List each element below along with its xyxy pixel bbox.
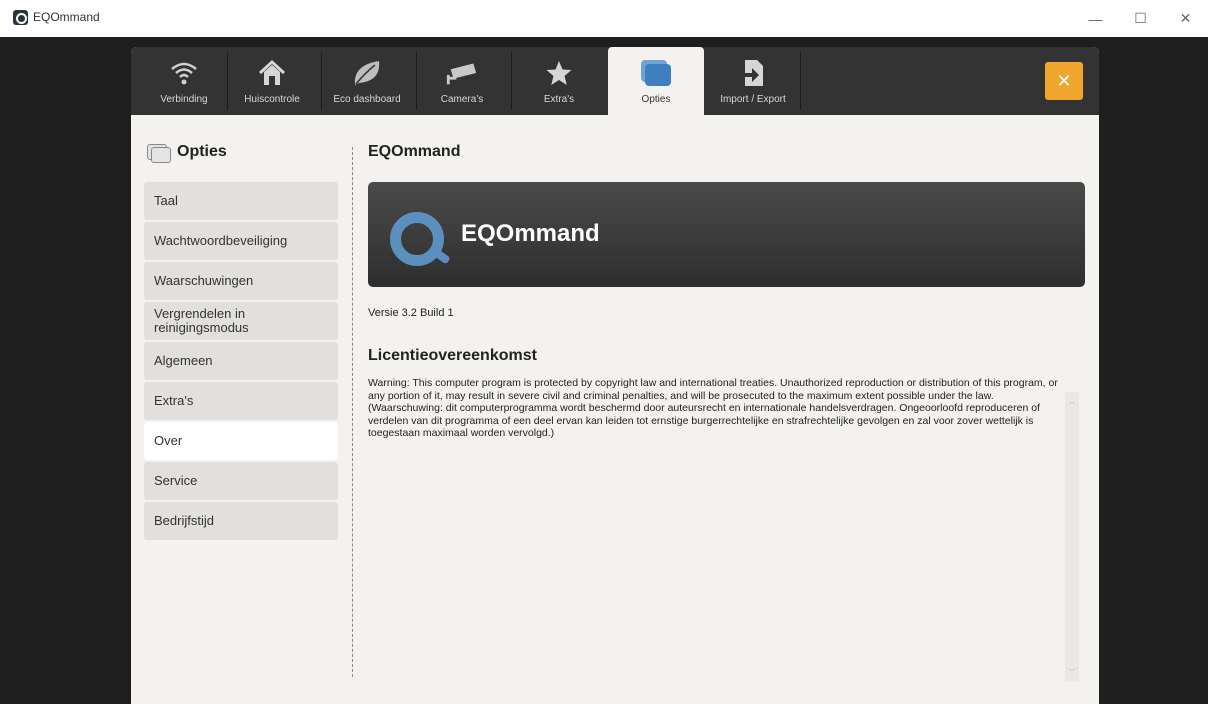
tab-label: Extra's	[543, 94, 575, 105]
sidebar-title-label: Opties	[177, 143, 227, 160]
sidebar-item-over[interactable]: Over	[144, 422, 338, 460]
tab-divider	[800, 52, 801, 110]
window-close-button[interactable]: ✕	[1163, 0, 1208, 37]
license-text: Warning: This computer program is protec…	[368, 377, 1058, 439]
section-divider	[352, 147, 353, 677]
options-sidebar: Opties Taal Wachtwoordbeveiliging Waarsc…	[144, 132, 338, 542]
page-title: EQOmmand	[368, 143, 461, 160]
version-text: Versie 3.2 Build 1	[368, 307, 454, 319]
sidebar-item-vergrendelen[interactable]: Vergrendelen in reinigingsmodus	[144, 302, 338, 340]
leaf-icon	[350, 58, 384, 88]
license-scrollbar[interactable]: ︿ ﹀	[1065, 392, 1079, 682]
tab-extras[interactable]: Extra's	[512, 47, 606, 115]
tab-opties[interactable]: Opties	[608, 47, 704, 115]
tab-huiscontrole[interactable]: Huiscontrole	[228, 47, 316, 115]
sidebar-item-extras[interactable]: Extra's	[144, 382, 338, 420]
import-export-icon	[736, 58, 770, 88]
tab-verbinding[interactable]: Verbinding	[141, 47, 227, 115]
banner-title: EQOmmand	[461, 220, 600, 247]
tab-label: Import / Export	[720, 94, 786, 105]
scroll-up-icon[interactable]: ︿	[1068, 396, 1076, 407]
top-navigation: Verbinding Huiscontrole Eco dashboard Ca…	[131, 47, 1099, 115]
app-window: Verbinding Huiscontrole Eco dashboard Ca…	[131, 47, 1099, 704]
sidebar-item-service[interactable]: Service	[144, 462, 338, 500]
window-controls: — ☐ ✕	[1073, 0, 1208, 37]
tab-label: Verbinding	[160, 94, 208, 105]
sidebar-list: Taal Wachtwoordbeveiliging Waarschuwinge…	[144, 182, 338, 540]
close-icon: ✕	[1056, 70, 1072, 91]
sidebar-item-wachtwoordbeveiliging[interactable]: Wachtwoordbeveiliging	[144, 222, 338, 260]
wifi-icon	[167, 58, 201, 88]
tab-label: Camera's	[440, 94, 484, 105]
options-icon	[147, 144, 171, 163]
main-content: EQOmmand EQOmmand Versie 3.2 Build 1 Lic…	[368, 143, 1085, 440]
options-icon	[639, 58, 673, 88]
sidebar-item-waarschuwingen[interactable]: Waarschuwingen	[144, 262, 338, 300]
sidebar-item-algemeen[interactable]: Algemeen	[144, 342, 338, 380]
app-logo-icon	[13, 10, 28, 25]
sidebar-item-taal[interactable]: Taal	[144, 182, 338, 220]
close-button[interactable]: ✕	[1045, 62, 1083, 100]
tab-label: Eco dashboard	[333, 94, 401, 105]
tab-cameras[interactable]: Camera's	[417, 47, 507, 115]
tab-label: Opties	[641, 94, 671, 105]
window-titlebar: EQOmmand — ☐ ✕	[0, 0, 1208, 37]
minimize-button[interactable]: —	[1073, 0, 1118, 37]
tab-label: Huiscontrole	[244, 94, 300, 105]
star-icon	[542, 58, 576, 88]
scroll-down-icon[interactable]: ﹀	[1068, 667, 1076, 678]
license-heading: Licentieovereenkomst	[368, 347, 537, 364]
sidebar-title: Opties	[144, 132, 338, 172]
product-banner: EQOmmand	[368, 182, 1085, 287]
house-icon	[255, 58, 289, 88]
camera-icon	[445, 58, 479, 88]
window-title: EQOmmand	[33, 10, 100, 24]
tab-import-export[interactable]: Import / Export	[706, 47, 800, 115]
sidebar-item-bedrijfstijd[interactable]: Bedrijfstijd	[144, 502, 338, 540]
maximize-button[interactable]: ☐	[1118, 0, 1163, 37]
tab-eco-dashboard[interactable]: Eco dashboard	[322, 47, 412, 115]
